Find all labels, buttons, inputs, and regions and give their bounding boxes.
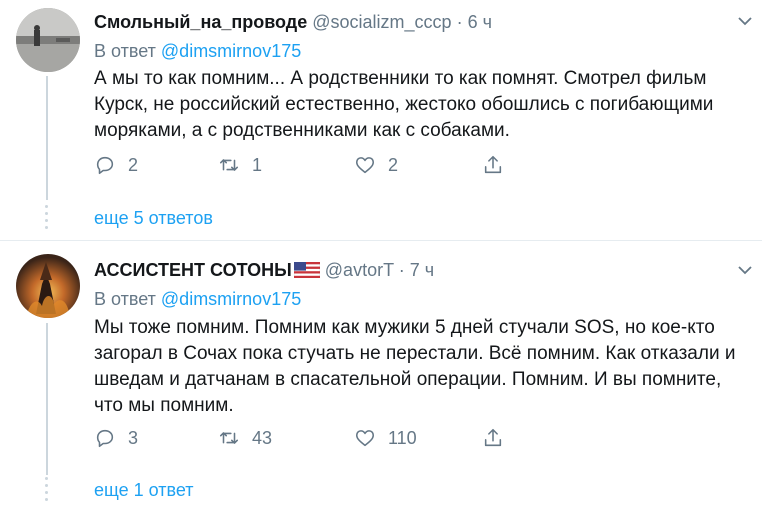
timestamp[interactable]: 6 ч [468,12,492,32]
reply-prefix: В ответ [94,41,156,61]
retweet-count: 1 [252,154,263,175]
heart-icon [355,157,375,174]
tweet-text: Мы тоже помним. Помним как мужики 5 дней… [94,317,736,416]
like-button[interactable]: 110 [354,423,417,453]
tweet-header: Смольный_на_проводе @socializm_cccp · 6 … [94,10,492,34]
timestamp[interactable]: 7 ч [410,260,434,280]
share-button[interactable] [482,423,504,453]
tweet-2[interactable]: АССИСТЕНТ СОТОНЫ @avtorT · 7 ч В ответ @… [0,241,762,510]
share-button[interactable] [482,150,504,180]
like-count: 2 [388,154,399,175]
reply-button[interactable]: 3 [94,423,138,453]
avatar[interactable] [16,254,80,318]
reply-prefix: В ответ [94,289,156,309]
display-name[interactable]: Смольный_на_проводе [94,12,307,32]
action-bar: 3 43 110 [94,423,514,453]
share-icon [484,428,502,447]
reply-button[interactable]: 2 [94,150,138,180]
retweet-button[interactable]: 1 [218,150,262,180]
separator-dot: · [398,260,405,280]
chevron-down-icon[interactable] [738,263,752,277]
display-name[interactable]: АССИСТЕНТ СОТОНЫ [94,260,292,280]
tweet-header: АССИСТЕНТ СОТОНЫ @avtorT · 7 ч [94,258,434,282]
separator-dot: · [456,12,463,32]
us-flag-icon [293,262,320,278]
username[interactable]: @avtorT [325,260,394,280]
share-icon [484,155,502,174]
reply-context: В ответ @dimsmirnov175 [94,287,301,311]
show-more-replies-link[interactable]: еще 1 ответ [94,478,194,502]
reply-count: 2 [128,154,139,175]
tweet-text: А мы то как помним... А родственники то … [94,68,714,141]
reply-mention-link[interactable]: @dimsmirnov175 [161,41,301,61]
thread-line [46,323,48,475]
reply-count: 3 [128,427,139,448]
retweet-count: 43 [252,427,273,448]
action-bar: 2 1 2 [94,150,514,180]
reply-icon [96,156,114,175]
like-count: 110 [388,427,417,448]
thread-gap-dots [44,205,50,233]
like-button[interactable]: 2 [354,150,398,180]
username[interactable]: @socializm_cccp [312,12,451,32]
thread-line [46,76,48,200]
reply-context: В ответ @dimsmirnov175 [94,39,301,63]
reply-icon [96,429,114,448]
thread-gap-dots [44,477,50,505]
avatar[interactable] [16,8,80,72]
retweet-icon [219,432,239,444]
heart-icon [355,430,375,447]
tweet-1[interactable]: Смольный_на_проводе @socializm_cccp · 6 … [0,0,762,240]
retweet-button[interactable]: 43 [218,423,272,453]
reply-mention-link[interactable]: @dimsmirnov175 [161,289,301,309]
show-more-replies-link[interactable]: еще 5 ответов [94,206,213,230]
retweet-icon [219,159,239,171]
chevron-down-icon[interactable] [738,14,752,28]
